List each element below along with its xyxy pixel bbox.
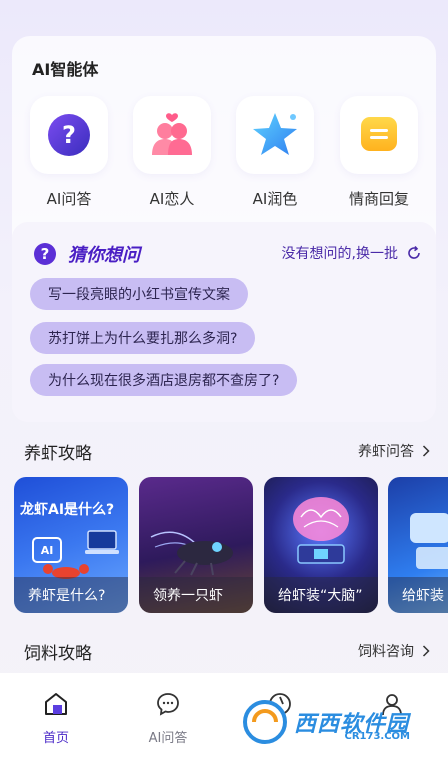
shrimp-guide-carousel: 龙虾AI是什么? AI 养虾是什么? 领养一只虾 给虾装“大脑” 给虾装 bbox=[14, 477, 448, 615]
lobster-illustration bbox=[150, 531, 233, 576]
suggested-question[interactable]: 写一段亮眼的小红书宣传文案 bbox=[30, 278, 248, 310]
refresh-icon bbox=[408, 245, 420, 259]
guide-card[interactable]: 给虾装“大脑” bbox=[264, 477, 378, 613]
agent-tile bbox=[133, 96, 211, 174]
guess-title: 猜你想问 bbox=[68, 245, 140, 266]
tab-ai-qa[interactable]: AI问答 bbox=[128, 691, 208, 746]
agent-tile bbox=[236, 96, 314, 174]
agent-ai-polish[interactable]: AI润色 bbox=[230, 96, 320, 209]
agent-tile: ? bbox=[30, 96, 108, 174]
agent-ai-lover[interactable]: AI恋人 bbox=[127, 96, 217, 209]
agents-grid: ? AI问答 AI恋人 AI润色 情商回复 bbox=[12, 96, 436, 209]
brain-chip-illustration bbox=[293, 497, 349, 564]
refresh-button[interactable]: 没有想问的,换一批 bbox=[282, 243, 422, 263]
couple-icon bbox=[152, 113, 192, 155]
feed-consult-label: 饲料咨询 bbox=[358, 644, 414, 660]
watermark-sub: CR173.COM bbox=[344, 731, 410, 742]
chat-bubble-icon bbox=[157, 693, 179, 716]
agent-label: AI润色 bbox=[252, 190, 298, 208]
ai-agents-card: AI智能体 ? AI问答 AI恋人 AI润色 情商回复 ? 猜你想问 没有想问的… bbox=[12, 36, 436, 422]
home-icon bbox=[45, 693, 67, 715]
watermark-logo-icon bbox=[243, 700, 287, 744]
shrimp-guide-header: 养虾攻略 养虾问答 bbox=[24, 439, 430, 464]
question-badge-icon: ? bbox=[34, 243, 56, 265]
tab-label: 首页 bbox=[42, 731, 69, 746]
card-caption: 领养一只虾 bbox=[139, 577, 253, 613]
suggested-question[interactable]: 为什么现在很多酒店退房都不查房了? bbox=[30, 364, 298, 396]
agent-label: AI恋人 bbox=[149, 190, 195, 208]
chevron-right-icon bbox=[422, 445, 430, 457]
guide-card[interactable]: 领养一只虾 bbox=[139, 477, 253, 613]
agent-ai-qa[interactable]: ? AI问答 bbox=[24, 96, 114, 209]
feed-guide-header: 饲料攻略 饲料咨询 bbox=[24, 639, 430, 664]
suggested-question[interactable]: 苏打饼上为什么要扎那么多洞? bbox=[30, 322, 256, 354]
agent-label: 情商回复 bbox=[348, 190, 409, 208]
star-icon bbox=[253, 113, 297, 155]
guide-card[interactable]: 龙虾AI是什么? AI 养虾是什么? bbox=[14, 477, 128, 613]
agent-eq-reply[interactable]: 情商回复 bbox=[334, 96, 424, 209]
card-caption: 给虾装 bbox=[388, 577, 448, 613]
refresh-label: 没有想问的,换一批 bbox=[281, 246, 398, 262]
feed-consult-link[interactable]: 饲料咨询 bbox=[358, 641, 430, 661]
shrimp-qa-label: 养虾问答 bbox=[358, 444, 414, 460]
card-overlay-title: 龙虾AI是什么? bbox=[20, 502, 115, 518]
guess-header: ? 猜你想问 bbox=[34, 242, 140, 266]
section-title-ai-agents: AI智能体 bbox=[32, 60, 99, 79]
card-caption: 给虾装“大脑” bbox=[264, 577, 378, 613]
message-icon bbox=[361, 117, 397, 151]
guide-card[interactable]: 给虾装 bbox=[388, 477, 448, 613]
tab-label: AI问答 bbox=[148, 731, 188, 746]
ai-badge: AI bbox=[32, 537, 62, 563]
section-title-shrimp-guide: 养虾攻略 bbox=[24, 443, 92, 464]
guess-panel: ? 猜你想问 没有想问的,换一批 写一段亮眼的小红书宣传文案 苏打饼上为什么要扎… bbox=[12, 222, 436, 422]
svg-text:?: ? bbox=[62, 121, 76, 149]
tab-home[interactable]: 首页 bbox=[16, 691, 96, 746]
shrimp-qa-link[interactable]: 养虾问答 bbox=[358, 441, 430, 461]
section-title-feed-guide: 饲料攻略 bbox=[24, 643, 92, 664]
laptop-icon bbox=[85, 530, 119, 554]
agent-tile bbox=[340, 96, 418, 174]
agent-label: AI问答 bbox=[46, 190, 92, 208]
robot-illustration bbox=[410, 513, 448, 569]
chevron-right-icon bbox=[422, 645, 430, 657]
card-caption: 养虾是什么? bbox=[14, 577, 128, 613]
question-bubble-icon: ? bbox=[48, 114, 90, 156]
site-watermark: 西西软件园 CR173.COM bbox=[242, 697, 432, 747]
